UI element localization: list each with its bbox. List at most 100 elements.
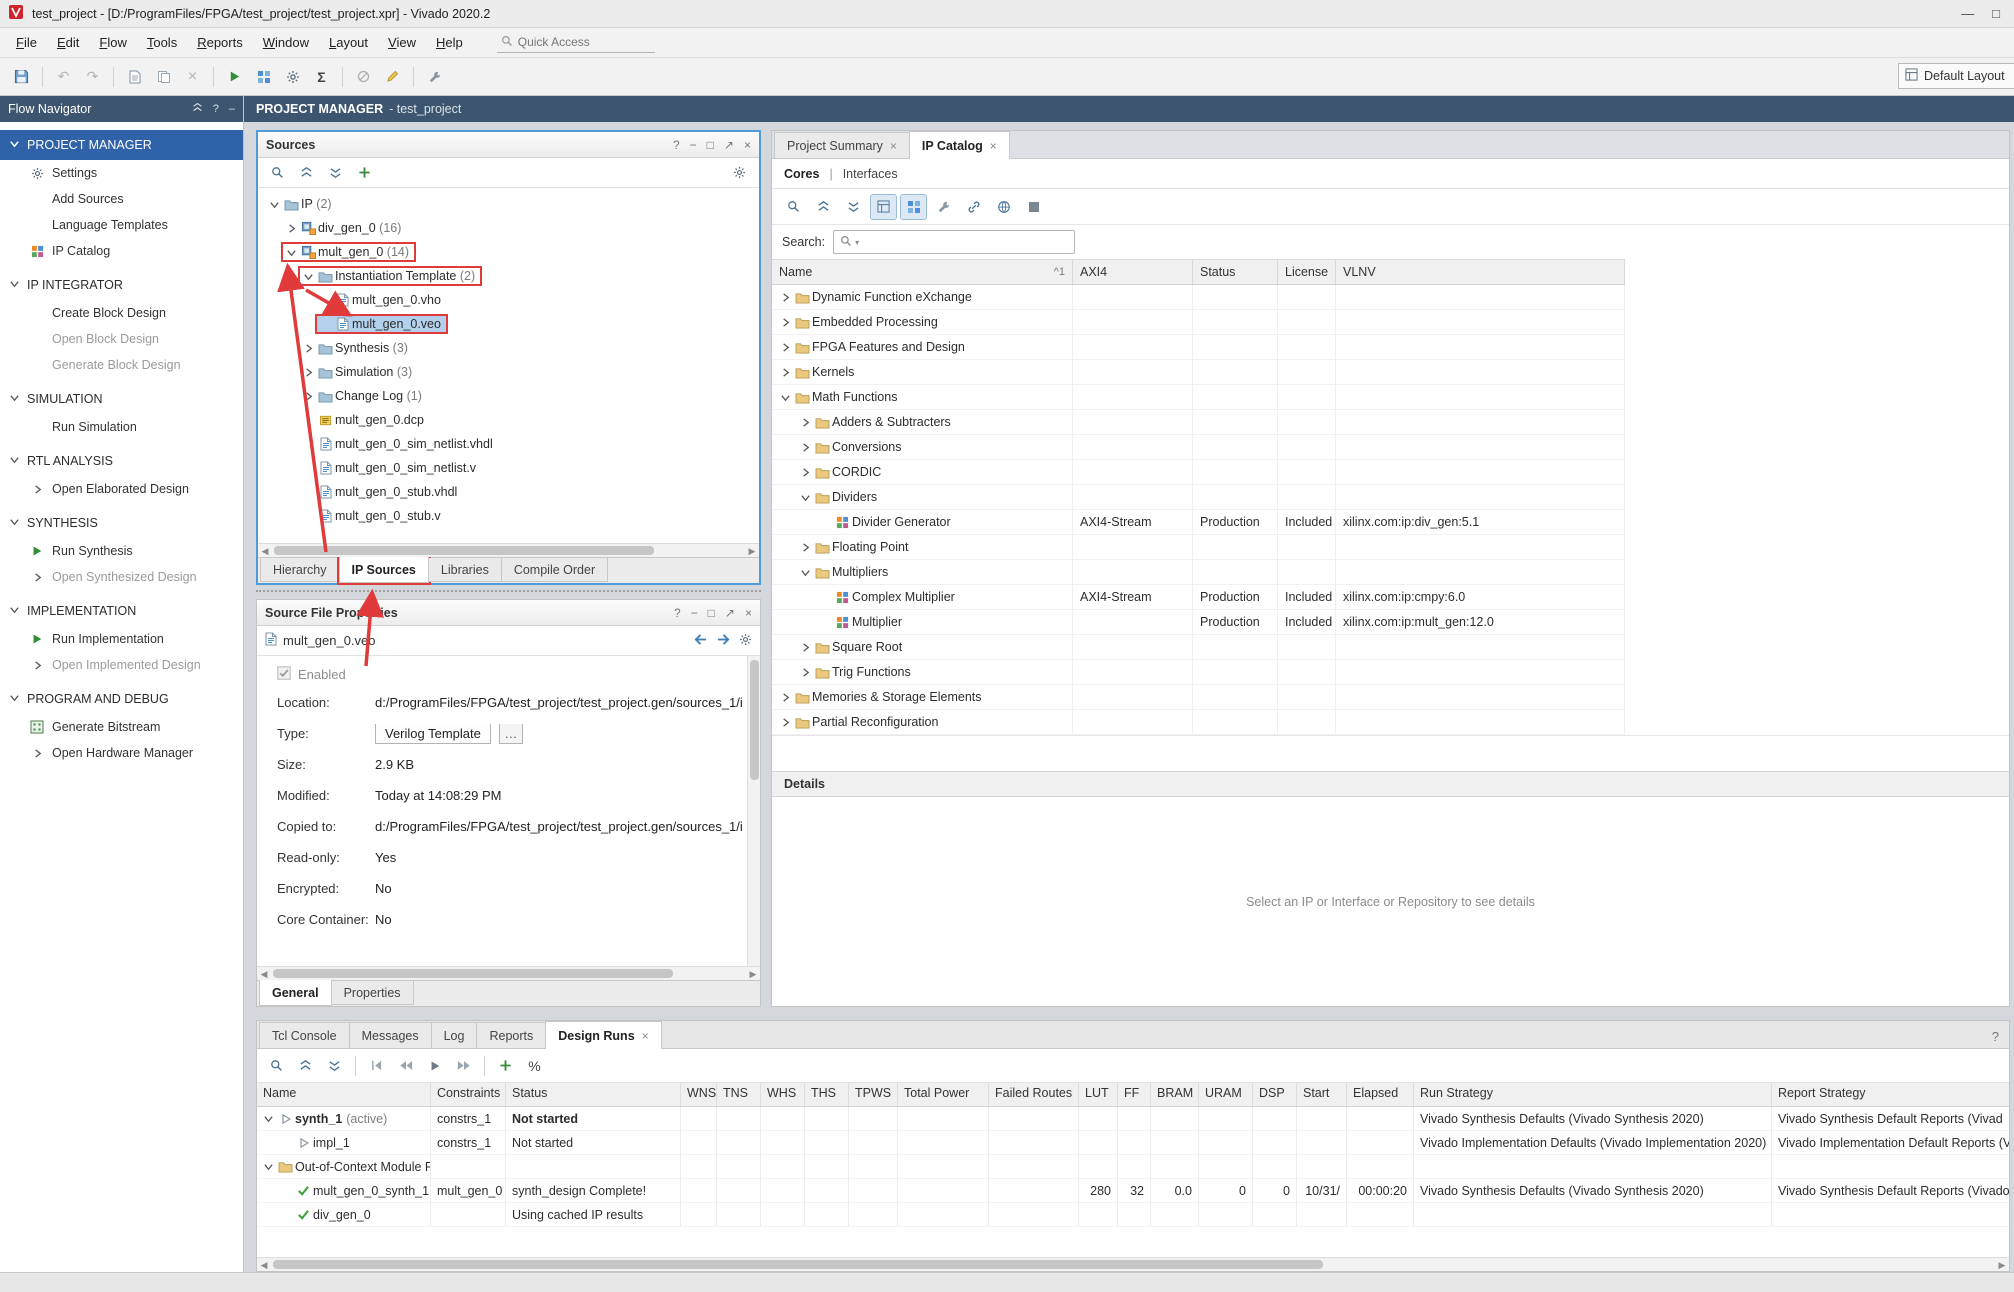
catalog-tree-row[interactable]: Divider GeneratorAXI4-StreamProductionIn… [772,510,1625,535]
scroll-left-icon[interactable]: ◀ [257,1258,271,1272]
run-icon[interactable] [421,1053,448,1079]
catalog-search-input[interactable] [862,235,1068,249]
chevron-right-icon[interactable] [778,717,793,728]
catalog-tree-row[interactable]: Conversions [772,435,1625,460]
flownav-item-add-sources[interactable]: Add Sources [0,186,243,212]
catalog-tree-row[interactable]: Dynamic Function eXchange [772,285,1625,310]
flownav-item-open-block-design[interactable]: Open Block Design [0,326,243,352]
menu-item-layout[interactable]: Layout [319,31,378,54]
percent-icon[interactable]: % [521,1053,548,1079]
menu-item-flow[interactable]: Flow [89,31,136,54]
column-header-license[interactable]: License [1278,260,1336,284]
scroll-right-icon[interactable]: ▶ [1995,1258,2009,1272]
column-header-vlnv[interactable]: VLNV [1336,260,1625,284]
collapse-all-icon[interactable] [292,1053,319,1079]
console-tab-design-runs[interactable]: Design Runs× [545,1021,661,1049]
minimize-panel-icon[interactable]: ‒ [229,103,235,115]
flownav-item-open-implemented-design[interactable]: Open Implemented Design [0,652,243,678]
chevron-right-icon[interactable] [284,223,299,234]
menu-item-window[interactable]: Window [253,31,319,54]
catalog-tree-row[interactable]: Adders & Subtracters [772,410,1625,435]
sources-tree-item[interactable]: mult_gen_0_stub.vhdl [258,480,759,504]
hierarchy-view-icon[interactable] [900,194,927,220]
column-header-status[interactable]: Status [1193,260,1278,284]
more-options-button[interactable]: … [499,724,523,744]
chevron-down-icon[interactable]: ▾ [855,238,859,247]
close-icon[interactable]: × [990,139,997,153]
horizontal-scrollbar-thumb[interactable] [273,1260,1323,1269]
step-first-icon[interactable] [363,1053,390,1079]
catalog-tree-row[interactable]: Math Functions [772,385,1625,410]
chevron-down-icon[interactable] [261,1113,276,1124]
catalog-tree-row[interactable]: Partial Reconfiguration [772,710,1625,735]
close-panel-icon[interactable]: × [744,138,751,152]
flownav-item-run-implementation[interactable]: Run Implementation [0,626,243,652]
chevron-right-icon[interactable] [301,343,316,354]
flownav-section-program-and-debug[interactable]: PROGRAM AND DEBUG [0,684,243,714]
edit-button[interactable] [379,64,406,90]
editor-tab-ip-catalog[interactable]: IP Catalog× [909,131,1010,159]
create-runs-button[interactable] [492,1053,519,1079]
properties-tab-general[interactable]: General [259,980,332,1006]
chevron-down-icon[interactable] [284,247,299,258]
flownav-item-open-elaborated-design[interactable]: Open Elaborated Design [0,476,243,502]
chevron-right-icon[interactable] [28,660,46,671]
sources-tab-compile-order[interactable]: Compile Order [501,558,608,582]
close-panel-icon[interactable]: × [745,606,752,620]
runs-column-header-whs[interactable]: WHS [761,1083,805,1106]
design-run-row[interactable]: mult_gen_0_synth_1mult_gen_0synth_design… [257,1179,2009,1203]
chevron-right-icon[interactable] [798,642,813,653]
minimize-button[interactable]: — [1961,6,1974,21]
flownav-section-synthesis[interactable]: SYNTHESIS [0,508,243,538]
sources-tree-item[interactable]: mult_gen_0.vho [258,288,759,312]
group-by-taxonomy-icon[interactable] [870,194,897,220]
design-run-row[interactable]: synth_1(active)constrs_1Not startedVivad… [257,1107,2009,1131]
expand-all-icon[interactable] [321,1053,348,1079]
runs-column-header-dsp[interactable]: DSP [1253,1083,1297,1106]
chevron-right-icon[interactable] [798,467,813,478]
console-tab-reports[interactable]: Reports [476,1022,546,1048]
float-panel-icon[interactable]: □ [707,138,714,152]
help-icon[interactable]: ? [1982,1025,2009,1048]
chevron-right-icon[interactable] [778,692,793,703]
column-header-name[interactable]: Name^1 [772,260,1073,284]
catalog-tree-row[interactable]: Complex MultiplierAXI4-StreamProductionI… [772,585,1625,610]
chevron-right-icon[interactable] [778,292,793,303]
catalog-tree-row[interactable]: MultiplierProductionIncludedxilinx.com:i… [772,610,1625,635]
flownav-item-run-simulation[interactable]: Run Simulation [0,414,243,440]
minimize-panel-icon[interactable]: − [691,606,698,620]
flownav-item-ip-catalog[interactable]: IP Catalog [0,238,243,264]
step-back-icon[interactable] [392,1053,419,1079]
runs-column-header-name[interactable]: Name [257,1083,431,1106]
sources-tree-item[interactable]: Instantiation Template (2) [258,264,759,288]
console-tab-messages[interactable]: Messages [349,1022,432,1048]
gear-icon[interactable] [726,160,753,186]
runs-column-header-lut[interactable]: LUT [1079,1083,1118,1106]
chevron-right-icon[interactable] [28,572,46,583]
web-icon[interactable] [990,194,1017,220]
catalog-subtab-interfaces[interactable]: Interfaces [843,167,898,181]
flownav-item-generate-bitstream[interactable]: Generate Bitstream [0,714,243,740]
sources-tab-libraries[interactable]: Libraries [428,558,502,582]
report-button[interactable] [121,64,148,90]
runs-column-header-tpws[interactable]: TPWS [849,1083,898,1106]
editor-tab-project-summary[interactable]: Project Summary× [774,132,910,158]
menu-item-tools[interactable]: Tools [137,31,187,54]
expand-all-icon[interactable] [322,160,349,186]
sources-horizontal-scrollbar[interactable]: ◀ ▶ [258,543,759,557]
chevron-right-icon[interactable] [778,317,793,328]
menu-item-reports[interactable]: Reports [187,31,253,54]
flownav-section-project-manager[interactable]: PROJECT MANAGER [0,130,243,160]
properties-horizontal-scrollbar[interactable]: ◀ ▶ [257,966,760,980]
float-panel-icon[interactable]: □ [708,606,715,620]
chevron-down-icon[interactable] [798,567,813,578]
step-forward-icon[interactable] [450,1053,477,1079]
chevron-right-icon[interactable] [798,667,813,678]
chevron-right-icon[interactable] [798,542,813,553]
chevron-right-icon[interactable] [798,442,813,453]
runs-column-header-uram[interactable]: URAM [1199,1083,1253,1106]
close-icon[interactable]: × [642,1029,649,1043]
sources-tree-item[interactable]: div_gen_0 (16) [258,216,759,240]
sources-tree-item[interactable]: IP (2) [258,192,759,216]
sources-tree-item[interactable]: mult_gen_0 (14) [258,240,759,264]
